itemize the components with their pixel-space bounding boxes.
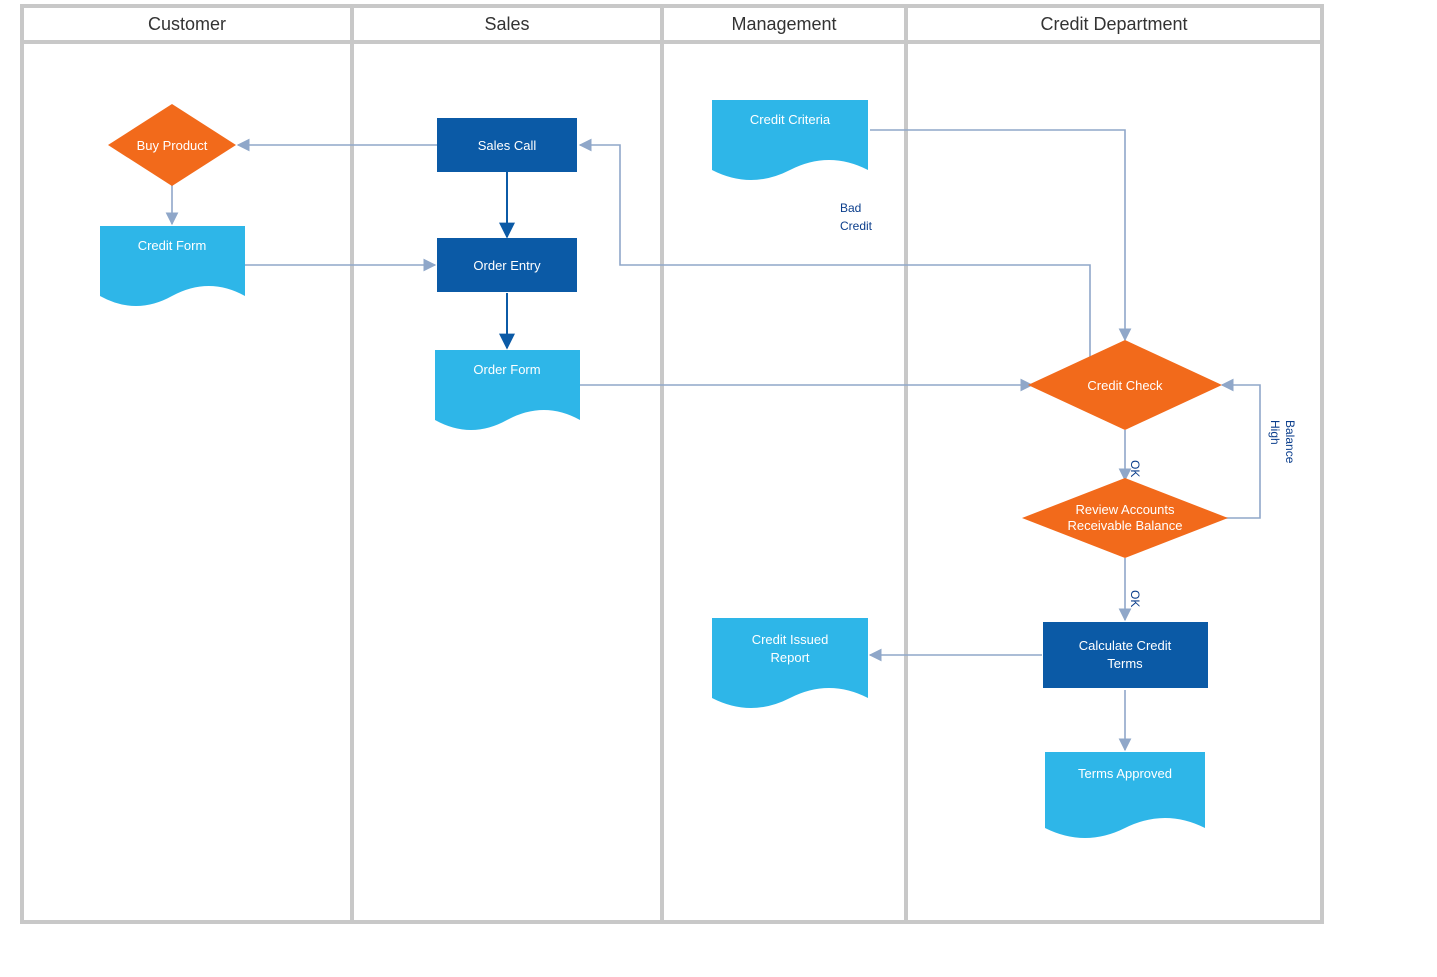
lane-header-credit: Credit Department — [1040, 14, 1187, 34]
node-calc-terms: Calculate Credit Terms — [1043, 622, 1208, 688]
edge-labels: Bad Credit OK OK High Balance — [840, 201, 1297, 607]
lane-header-sales: Sales — [484, 14, 529, 34]
label-high-2: Balance — [1283, 420, 1297, 464]
node-credit-issued-report: Credit Issued Report — [712, 618, 868, 708]
label-review-ar-1: Review Accounts — [1076, 502, 1175, 517]
swimlane-flowchart: Customer Sales Management Credit Departm… — [0, 0, 1437, 977]
node-order-entry: Order Entry — [437, 238, 577, 292]
label-buy-product: Buy Product — [137, 138, 208, 153]
label-bad-credit-1: Bad — [840, 201, 861, 215]
label-credit-check: Credit Check — [1087, 378, 1163, 393]
lane-header-management: Management — [731, 14, 836, 34]
label-bad-credit-2: Credit — [840, 219, 873, 233]
label-terms-approved: Terms Approved — [1078, 766, 1172, 781]
label-credit-issued-1: Credit Issued — [752, 632, 829, 647]
lane-header-customer: Customer — [148, 14, 226, 34]
node-order-form: Order Form — [435, 350, 580, 430]
label-credit-issued-2: Report — [770, 650, 809, 665]
node-terms-approved: Terms Approved — [1045, 752, 1205, 838]
edge-creditcriteria-creditcheck — [870, 130, 1125, 340]
node-credit-check: Credit Check — [1028, 340, 1222, 430]
node-credit-criteria: Credit Criteria — [712, 100, 868, 180]
label-ok-2: OK — [1128, 590, 1142, 607]
label-calc-terms-1: Calculate Credit — [1079, 638, 1172, 653]
label-order-entry: Order Entry — [473, 258, 541, 273]
label-high-1: High — [1268, 420, 1282, 445]
edge-reviewar-highbalance — [1222, 385, 1260, 518]
label-credit-form: Credit Form — [138, 238, 207, 253]
node-buy-product: Buy Product — [108, 104, 236, 186]
label-sales-call: Sales Call — [478, 138, 537, 153]
node-review-ar: Review Accounts Receivable Balance — [1022, 478, 1228, 558]
label-review-ar-2: Receivable Balance — [1068, 518, 1183, 533]
edge-creditcheck-badcredit — [580, 145, 1090, 360]
label-credit-criteria: Credit Criteria — [750, 112, 831, 127]
label-ok-1: OK — [1128, 460, 1142, 477]
node-sales-call: Sales Call — [437, 118, 577, 172]
label-order-form: Order Form — [473, 362, 540, 377]
node-credit-form: Credit Form — [100, 226, 245, 306]
label-calc-terms-2: Terms — [1107, 656, 1143, 671]
